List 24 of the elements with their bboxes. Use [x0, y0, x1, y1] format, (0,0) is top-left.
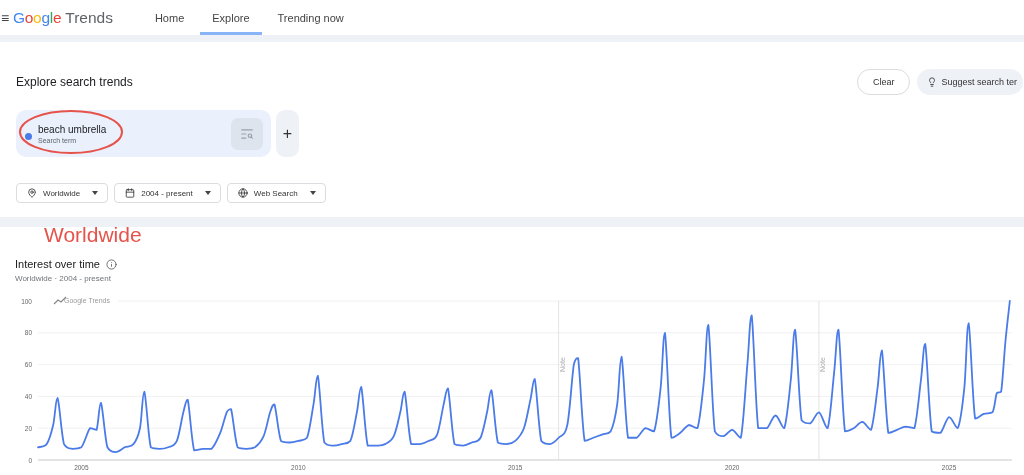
term-name: beach umbrella [38, 123, 108, 135]
nav-tab[interactable]: Trending now [265, 0, 356, 35]
filter-dropdown[interactable]: 2004 - present [114, 183, 221, 203]
caret-icon [204, 191, 211, 195]
clear-button[interactable]: Clear [856, 69, 911, 95]
suggest-button[interactable]: Suggest search ter [917, 69, 1023, 95]
filter-dropdown[interactable]: Web Search [226, 183, 326, 203]
calendar-icon [125, 188, 136, 198]
section-title: Explore search trends [16, 75, 133, 89]
menu-icon[interactable]: ≡ [1, 0, 13, 35]
globe-icon [237, 188, 248, 198]
chart-title: Interest over time [15, 258, 100, 270]
lightbulb-icon [927, 77, 938, 87]
caret-icon [309, 191, 316, 195]
annotation-text: Worldwide [44, 223, 142, 247]
caret-icon [92, 191, 99, 195]
search-list-icon [240, 126, 254, 141]
info-icon[interactable] [106, 258, 117, 270]
add-term-button[interactable]: + [276, 110, 299, 157]
nav-tab[interactable]: Home [142, 0, 197, 35]
filter-dropdown[interactable]: Worldwide [16, 183, 109, 203]
pin-icon [27, 188, 37, 198]
chart-subtitle: Worldwide · 2004 - present [15, 274, 112, 283]
logo[interactable]: Google Trends [13, 0, 113, 35]
